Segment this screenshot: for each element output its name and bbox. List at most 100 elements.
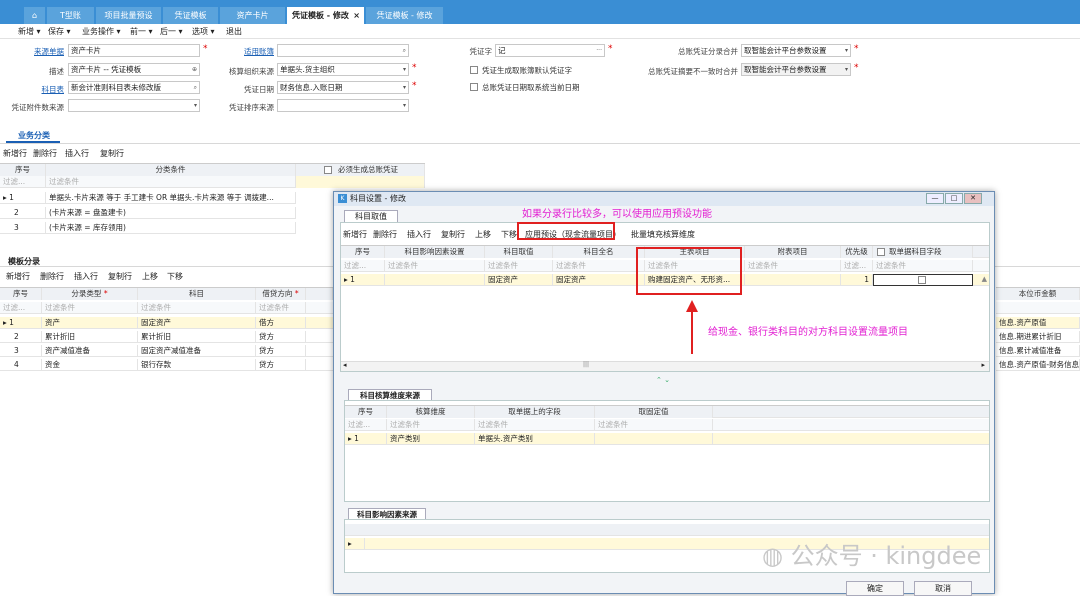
take-field-checkbox[interactable] — [877, 248, 885, 256]
tab-voucher-template[interactable]: 凭证模板 — [163, 7, 219, 24]
scroll-up-icon[interactable]: ▲ — [982, 275, 987, 283]
tab-template-edit-active[interactable]: 凭证模板 - 修改 × — [287, 7, 365, 24]
filter-cell[interactable]: 过滤条件 — [385, 260, 485, 272]
dialog-title-bar[interactable]: K 科目设置 - 修改 — □ ✕ — [334, 192, 994, 206]
desc-field[interactable]: 资产卡片 -- 凭证模板 ⊕ — [68, 63, 200, 76]
tab-template-edit-2[interactable]: 凭证模板 - 修改 — [366, 7, 444, 24]
chevron-down-icon[interactable]: ▾ — [403, 100, 406, 111]
system-date-checkbox[interactable] — [470, 83, 478, 91]
filter-cell[interactable]: 过滤... — [841, 260, 873, 272]
dlg-copy-row[interactable]: 复制行 — [441, 229, 465, 240]
acct-table-field[interactable]: 新会计准则科目表未修改版 ⌕ — [68, 81, 200, 94]
maximize-icon[interactable]: □ — [945, 193, 963, 204]
search-icon[interactable]: ⌕ — [194, 82, 197, 93]
splitter-icon[interactable]: ⌃ ⌄ — [646, 376, 680, 384]
tab-t-account[interactable]: T型账 — [47, 7, 95, 24]
org-field[interactable]: 单据头.货主组织 ▾ — [277, 63, 409, 76]
close-icon[interactable]: ✕ — [964, 193, 982, 204]
summary-merge-field[interactable]: 取智能会计平台参数设置 ▾ — [741, 63, 851, 76]
filter-cell[interactable]: 过滤条件 — [745, 260, 841, 272]
menu-business[interactable]: 业务操作 ▾ — [82, 26, 121, 37]
menu-save[interactable]: 保存 ▾ — [48, 26, 71, 37]
horizontal-scrollbar[interactable]: ||| ▸ ◂ — [341, 361, 989, 371]
dlg-insert-row[interactable]: 插入行 — [407, 229, 431, 240]
filter-cell[interactable]: 过滤... — [345, 419, 387, 431]
menu-options[interactable]: 选项 ▾ — [192, 26, 215, 37]
filter-row[interactable]: 过滤... 过滤条件 过滤条件 过滤条件 — [345, 419, 989, 431]
row-doc-field[interactable]: 单据头.资产类别 — [475, 433, 595, 445]
filter-cell[interactable]: 过滤条件 — [595, 419, 713, 431]
dlg-add-row[interactable]: 新增行 — [343, 229, 367, 240]
table-row[interactable]: ▸ 1 单据头.卡片来源 等于 手工建卡 OR 单据头.卡片来源 等于 调拨建.… — [0, 192, 296, 204]
filter-cell[interactable]: 过滤... — [0, 176, 46, 188]
tpl-move-up[interactable]: 上移 — [142, 271, 158, 282]
tpl-insert-row[interactable]: 插入行 — [74, 271, 98, 282]
chevron-down-icon[interactable]: ▾ — [403, 82, 406, 93]
voucher-word-field[interactable]: 记 ··· — [495, 44, 605, 57]
menu-new[interactable]: 新增 ▾ — [18, 26, 41, 37]
filter-cell[interactable]: 过滤条件 — [46, 176, 296, 188]
table-row[interactable]: 3 资产减值准备 固定资产减值准备 贷方 — [0, 345, 333, 357]
search-icon[interactable]: ⌕ — [403, 45, 406, 56]
dlg-delete-row[interactable]: 删除行 — [373, 229, 397, 240]
chevron-down-icon[interactable]: ▾ — [845, 64, 848, 75]
must-generate-checkbox[interactable] — [324, 166, 332, 174]
row-take-field-checkbox[interactable] — [918, 276, 926, 284]
filter-row[interactable] — [996, 302, 1080, 314]
minimize-icon[interactable]: — — [926, 193, 944, 204]
filter-cell[interactable]: 过滤... — [341, 260, 385, 272]
dlg-move-up[interactable]: 上移 — [475, 229, 491, 240]
chevron-down-icon[interactable]: ▾ — [845, 45, 848, 56]
table-row[interactable]: 2 累计折旧 累计折旧 贷方 — [0, 331, 333, 343]
filter-cell[interactable]: 过滤条件 — [475, 419, 595, 431]
row-value[interactable]: 固定资产 — [485, 274, 553, 286]
default-word-checkbox[interactable] — [470, 66, 478, 74]
dlg-move-down[interactable]: 下移 — [501, 229, 517, 240]
biz-insert-row[interactable]: 插入行 — [65, 148, 89, 159]
filter-row[interactable]: 过滤... 过滤条件 — [0, 176, 425, 188]
filter-cell[interactable]: 过滤条件 — [138, 302, 256, 314]
menu-prev[interactable]: 前一 ▾ — [130, 26, 153, 37]
row-priority[interactable]: 1 — [841, 274, 873, 286]
factor-source-tab[interactable]: 科目影响因素来源 — [348, 508, 426, 519]
merge-field[interactable]: 取智能会计平台参数设置 ▾ — [741, 44, 851, 57]
book-field[interactable]: ⌕ — [277, 44, 409, 57]
tab-batch-preset[interactable]: 项目批量预设 — [96, 7, 162, 24]
source-doc-field[interactable]: 资产卡片 — [68, 44, 200, 57]
filter-cell[interactable]: 过滤条件 — [485, 260, 553, 272]
source-doc-label[interactable]: 来源单据 — [20, 46, 64, 57]
chevron-down-icon[interactable]: ▾ — [403, 64, 406, 75]
filter-cell[interactable]: 过滤条件 — [387, 419, 475, 431]
filter-cell[interactable]: 过滤条件 — [256, 302, 306, 314]
tab-account-value[interactable]: 科目取值 — [344, 210, 398, 222]
filter-cell[interactable] — [296, 176, 425, 188]
date-field[interactable]: 财务信息.入账日期 ▾ — [277, 81, 409, 94]
biz-add-row[interactable]: 新增行 — [3, 148, 27, 159]
chevron-down-icon[interactable]: ▾ — [194, 100, 197, 111]
book-label[interactable]: 适用账簿 — [226, 46, 274, 57]
row-take-field[interactable] — [873, 274, 973, 286]
batch-fill-button[interactable]: 批量填充核算维度 — [631, 229, 695, 240]
table-row[interactable]: ▸ 1 资产 固定资产 借方 — [0, 317, 333, 329]
tpl-copy-row[interactable]: 复制行 — [108, 271, 132, 282]
row-fixed-value[interactable] — [595, 433, 713, 445]
sort-field[interactable]: ▾ — [277, 99, 409, 112]
filter-cell[interactable]: 过滤条件 — [873, 260, 973, 272]
table-row[interactable]: 4 资金 银行存款 贷方 — [0, 359, 333, 371]
filter-row[interactable]: 过滤... 过滤条件 过滤条件 过滤条件 — [0, 302, 333, 314]
scroll-left-icon[interactable]: ◂ — [343, 361, 347, 369]
tpl-delete-row[interactable]: 删除行 — [40, 271, 64, 282]
tab-asset-card[interactable]: 资产卡片 — [220, 7, 286, 24]
filter-cell[interactable]: 过滤条件 — [42, 302, 138, 314]
row-factor[interactable] — [385, 274, 485, 286]
table-row[interactable]: 2 (卡片来源 = 盘盈建卡) — [0, 207, 296, 219]
filter-cell[interactable]: 过滤条件 — [553, 260, 645, 272]
more-icon[interactable]: ··· — [596, 45, 602, 56]
tpl-add-row[interactable]: 新增行 — [6, 271, 30, 282]
menu-exit[interactable]: 退出 — [226, 26, 242, 37]
biz-delete-row[interactable]: 删除行 — [33, 148, 57, 159]
biz-category-title[interactable]: 业务分类 — [18, 130, 50, 141]
filter-cell[interactable]: 过滤... — [0, 302, 42, 314]
language-icon[interactable]: ⊕ — [192, 64, 197, 75]
home-tab[interactable]: ⌂ — [24, 7, 46, 24]
